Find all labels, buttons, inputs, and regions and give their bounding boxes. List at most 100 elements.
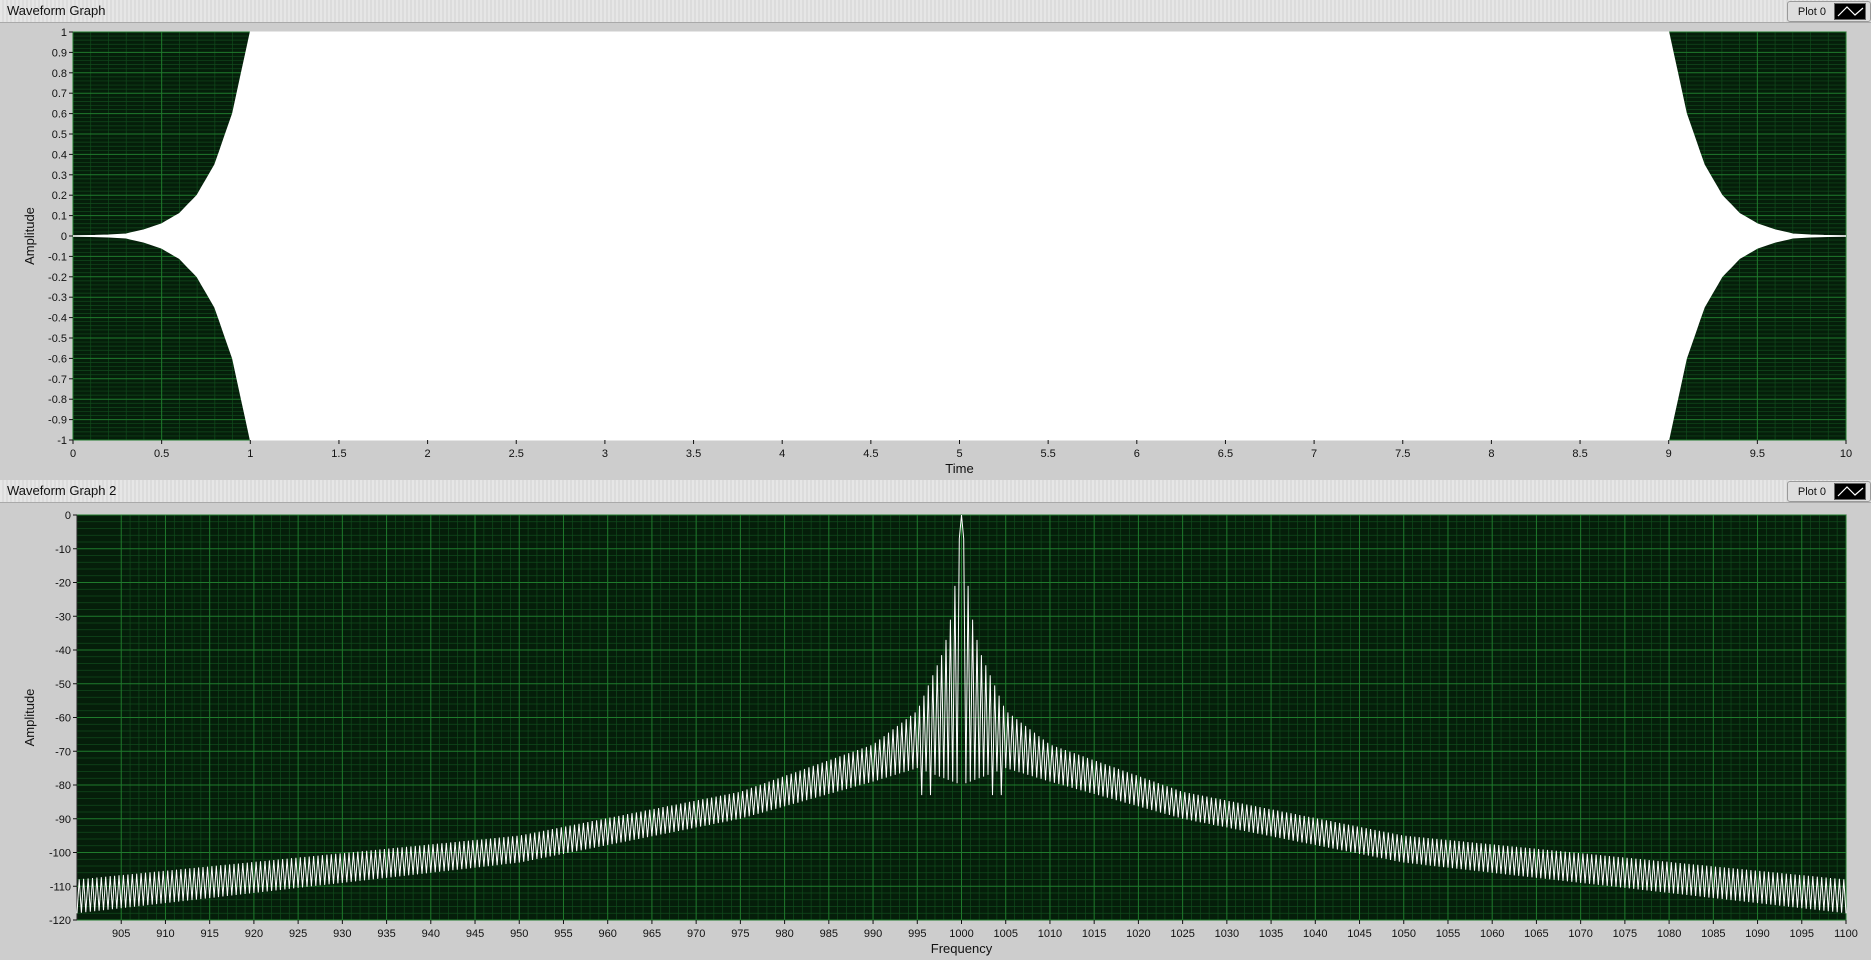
x-tick-label: 1065 — [1524, 928, 1548, 940]
x-tick-label: 980 — [775, 928, 793, 940]
x-axis-title: Time — [945, 461, 973, 476]
waveform-chart[interactable]: 0 0.5 1 1.5 2 2.5 3 3.5 4 4.5 5 5.5 6 6.5 7 7.5 8 8.5 9 9.5… — [0, 0, 1871, 480]
y-tick-label: -80 — [55, 780, 71, 792]
waveform-graph-panel: Waveform Graph Plot 0 0 0.5 1 1.5 2 2.5 3 3.5 4 4… — [0, 0, 1871, 480]
y-tick-label: -0.9 — [48, 415, 67, 427]
x-tick-label: 1070 — [1568, 928, 1592, 940]
x-tick-label: 1055 — [1436, 928, 1460, 940]
x-tick-label: 7 — [1311, 448, 1317, 460]
x-tick-label: 6.5 — [1218, 448, 1233, 460]
y-tick-label: 1 — [61, 27, 67, 39]
y-tick-label: 0.6 — [52, 109, 67, 121]
y-tick-label: 0.7 — [52, 88, 67, 100]
y-tick-label: -0.3 — [48, 292, 67, 304]
y-tick-label: -100 — [49, 848, 71, 860]
x-tick-label: 945 — [466, 928, 484, 940]
x-tick-label: 1035 — [1259, 928, 1283, 940]
y-tick-label: -120 — [49, 915, 71, 927]
x-tick-label: 0 — [70, 448, 76, 460]
x-tick-label: 1100 — [1834, 928, 1858, 940]
x-tick-label: 1085 — [1701, 928, 1725, 940]
x-tick-label: 920 — [245, 928, 263, 940]
x-tick-label: 1010 — [1038, 928, 1062, 940]
x-tick-label: 7.5 — [1395, 448, 1410, 460]
y-axis-title: Amplitude — [22, 207, 37, 265]
x-tick-label: 1.5 — [331, 448, 346, 460]
x-tick-label: 950 — [510, 928, 528, 940]
x-tick-label: 5 — [956, 448, 962, 460]
y-tick-label: -30 — [55, 611, 71, 623]
y-tick-label: 0.5 — [52, 129, 67, 141]
x-tick-label: 9.5 — [1750, 448, 1765, 460]
x-tick-label: 1060 — [1480, 928, 1504, 940]
y-tick-label: 0 — [61, 231, 67, 243]
y-tick-label: -50 — [55, 679, 71, 691]
x-tick-label: 1090 — [1745, 928, 1769, 940]
spectrum-chart[interactable]: 905 910 915 920 925 930 935 940 945 950 955 960 965 9… — [0, 480, 1871, 960]
x-tick-label: 965 — [643, 928, 661, 940]
y-tick-label: -10 — [55, 544, 71, 556]
y-tick-label: -0.1 — [48, 251, 67, 263]
x-tick-label: 1075 — [1613, 928, 1637, 940]
x-tick-label: 955 — [554, 928, 572, 940]
x-tick-label: 1095 — [1790, 928, 1814, 940]
x-tick-label: 930 — [333, 928, 351, 940]
x-tick-label: 915 — [200, 928, 218, 940]
x-tick-label: 975 — [731, 928, 749, 940]
y-tick-label: -70 — [55, 746, 71, 758]
y-axis-title: Amplitude — [22, 689, 37, 747]
y-tick-label: -20 — [55, 578, 71, 590]
x-tick-label: 9 — [1666, 448, 1672, 460]
y-tick-label: 0.2 — [52, 190, 67, 202]
x-tick-label: 3.5 — [686, 448, 701, 460]
y-tick-label: -0.8 — [48, 394, 67, 406]
x-tick-label: 905 — [112, 928, 130, 940]
y-tick-label: 0 — [65, 510, 71, 522]
x-tick-label: 8 — [1488, 448, 1494, 460]
x-tick-label: 4 — [779, 448, 785, 460]
x-tick-label: 990 — [864, 928, 882, 940]
waveform-graph-2-panel: Waveform Graph 2 Plot 0 905 910 915 920 925 9… — [0, 480, 1871, 960]
x-tick-label: 8.5 — [1572, 448, 1587, 460]
y-tick-label: -0.7 — [48, 374, 67, 386]
x-tick-label: 5.5 — [1041, 448, 1056, 460]
x-tick-label: 960 — [599, 928, 617, 940]
grid-lines — [77, 514, 1847, 921]
x-tick-label: 935 — [377, 928, 395, 940]
x-tick-label: 1000 — [949, 928, 973, 940]
x-tick-label: 6 — [1134, 448, 1140, 460]
y-tick-label: -1 — [57, 435, 67, 447]
y-tick-label: 0.8 — [52, 68, 67, 80]
x-tick-label: 995 — [908, 928, 926, 940]
y-tick-label: 0.3 — [52, 170, 67, 182]
x-tick-label: 910 — [156, 928, 174, 940]
y-tick-label: -110 — [50, 881, 71, 893]
x-tick-label: 1005 — [993, 928, 1017, 940]
y-tick-label: -0.2 — [48, 272, 67, 284]
x-tick-label: 4.5 — [863, 448, 878, 460]
y-tick-label: -60 — [55, 713, 71, 725]
x-tick-label: 1030 — [1215, 928, 1239, 940]
y-tick-label: 0.4 — [52, 149, 67, 161]
y-tick-label: -0.6 — [48, 353, 67, 365]
x-tick-label: 1050 — [1392, 928, 1416, 940]
x-tick-label: 1080 — [1657, 928, 1681, 940]
x-tick-label: 925 — [289, 928, 307, 940]
y-tick-label: -90 — [55, 814, 71, 826]
x-tick-label: 2.5 — [509, 448, 524, 460]
x-tick-label: 940 — [422, 928, 440, 940]
x-tick-label: 970 — [687, 928, 705, 940]
y-tick-label: -0.5 — [48, 333, 67, 345]
y-tick-label: -40 — [55, 645, 71, 657]
x-tick-label: 2 — [425, 448, 431, 460]
y-tick-label: -0.4 — [48, 313, 67, 325]
y-tick-label: 0.1 — [52, 211, 67, 223]
x-axis-title: Frequency — [931, 941, 993, 956]
x-tick-label: 985 — [820, 928, 838, 940]
x-tick-label: 1015 — [1082, 928, 1106, 940]
x-tick-label: 1025 — [1170, 928, 1194, 940]
x-tick-label: 1045 — [1347, 928, 1371, 940]
x-tick-label: 0.5 — [154, 448, 169, 460]
x-tick-label: 1 — [247, 448, 253, 460]
x-tick-label: 1040 — [1303, 928, 1327, 940]
